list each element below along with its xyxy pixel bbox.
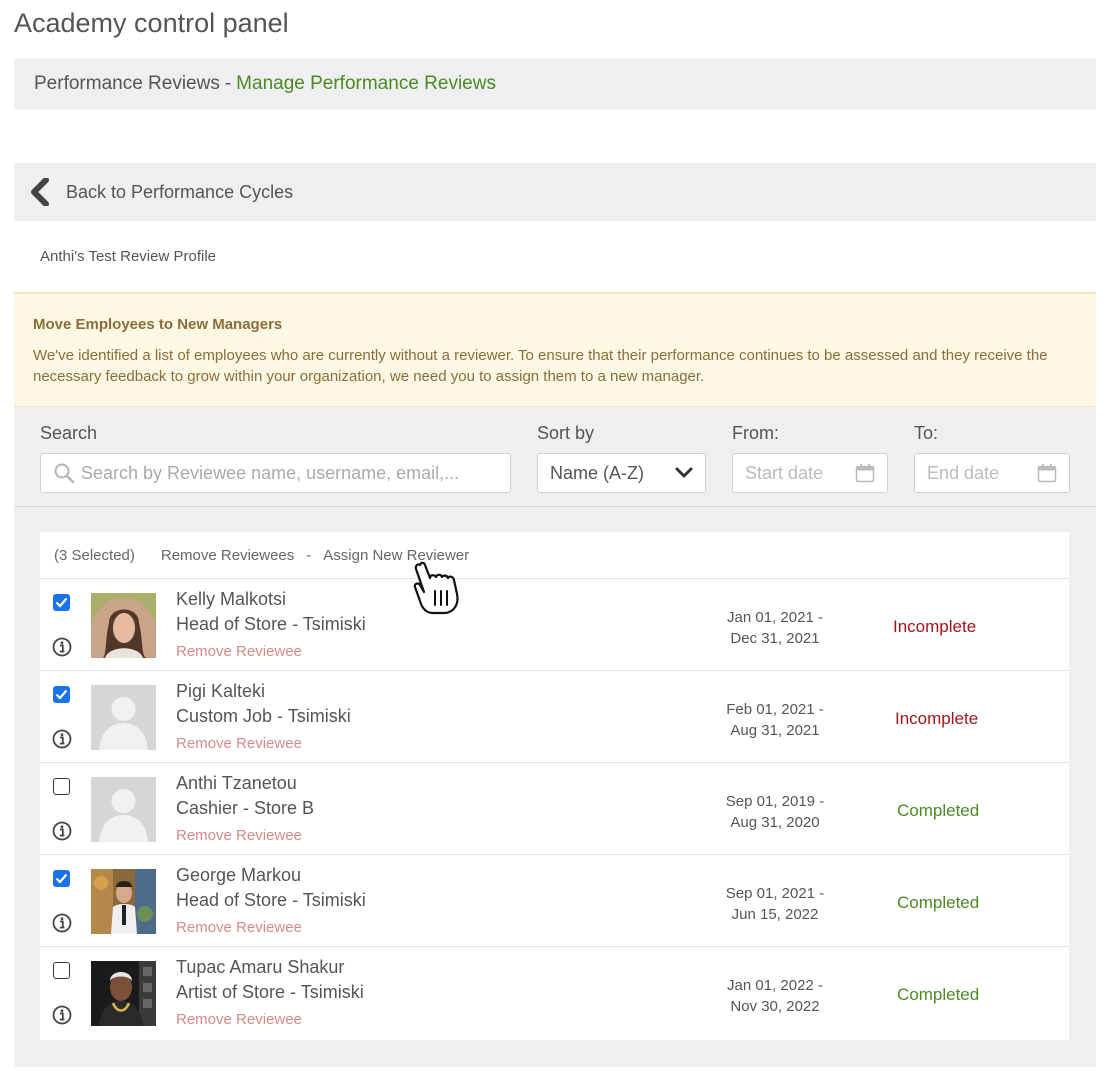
selected-count: (3 Selected) xyxy=(54,546,135,564)
search-input[interactable] xyxy=(81,462,481,484)
checkmark-icon xyxy=(55,597,68,608)
remove-reviewee-link[interactable]: Remove Reviewee xyxy=(176,735,302,752)
checkmark-icon xyxy=(55,873,68,884)
back-label: Back to Performance Cycles xyxy=(66,181,294,202)
row-checkbox[interactable] xyxy=(53,594,70,611)
remove-reviewee-link[interactable]: Remove Reviewee xyxy=(176,919,302,936)
review-period: Jan 01, 2022 - Nov 30, 2022 xyxy=(710,975,840,1017)
reviewees-table: (3 Selected) Remove Reviewees - Assign N… xyxy=(40,532,1069,1040)
info-icon[interactable] xyxy=(52,729,72,749)
breadcrumb-section[interactable]: Performance Reviews xyxy=(34,73,220,95)
main-panel: Back to Performance Cycles Anthi's Test … xyxy=(14,163,1096,1067)
period-start: Feb 01, 2021 - xyxy=(726,701,824,718)
avatar xyxy=(91,593,156,658)
period-end: Dec 31, 2021 xyxy=(730,630,820,647)
chevron-left-icon xyxy=(31,178,49,206)
avatar xyxy=(91,869,156,934)
period-end: Aug 31, 2020 xyxy=(730,814,820,831)
sort-value: Name (A-Z) xyxy=(550,462,644,483)
period-end: Jun 15, 2022 xyxy=(731,906,819,923)
app-title: Academy control panel xyxy=(14,8,289,38)
search-field[interactable] xyxy=(40,453,511,493)
remove-reviewee-link[interactable]: Remove Reviewee xyxy=(176,1011,302,1028)
status-badge: Incomplete xyxy=(893,617,977,636)
from-date-field[interactable] xyxy=(732,453,888,493)
reviewee-name: Tupac Amaru Shakur xyxy=(176,957,345,977)
avatar-placeholder xyxy=(91,685,156,750)
row-checkbox[interactable] xyxy=(53,962,70,979)
to-label: To: xyxy=(914,423,939,443)
start-date-input[interactable] xyxy=(745,462,845,484)
calendar-icon[interactable] xyxy=(855,463,875,483)
period-end: Nov 30, 2022 xyxy=(730,998,820,1015)
to-date-field[interactable] xyxy=(914,453,1070,493)
period-start: Sep 01, 2021 - xyxy=(725,885,825,902)
review-period: Sep 01, 2019 - Aug 31, 2020 xyxy=(710,791,840,833)
info-icon[interactable] xyxy=(52,1005,72,1025)
sort-select[interactable]: Name (A-Z) xyxy=(537,453,706,493)
breadcrumb-current[interactable]: Manage Performance Reviews xyxy=(236,73,496,95)
search-label: Search xyxy=(40,423,98,443)
filters-bar: Search Sort by From: To: Name (A-Z) xyxy=(14,407,1096,507)
alert-body: We've identified a list of employees who… xyxy=(33,347,1048,385)
from-label: From: xyxy=(732,423,779,443)
period-end: Aug 31, 2021 xyxy=(730,722,820,739)
review-period: Jan 01, 2021 - Dec 31, 2021 xyxy=(710,607,840,649)
calendar-icon[interactable] xyxy=(1037,463,1057,483)
reviewee-job: Head of Store - Tsimiski xyxy=(176,890,366,910)
period-start: Jan 01, 2021 - xyxy=(727,609,823,626)
status-badge: Completed xyxy=(897,893,980,912)
info-icon[interactable] xyxy=(52,913,72,933)
chevron-down-icon xyxy=(675,467,693,478)
checkmark-icon xyxy=(55,689,68,700)
period-start: Sep 01, 2019 - xyxy=(725,793,825,810)
reviewee-name: George Markou xyxy=(176,865,302,885)
remove-reviewee-link[interactable]: Remove Reviewee xyxy=(176,643,302,660)
search-icon xyxy=(54,463,75,484)
back-to-cycles-link[interactable]: Back to Performance Cycles xyxy=(14,163,1096,221)
row-checkbox[interactable] xyxy=(53,870,70,887)
reviewee-job: Artist of Store - Tsimiski xyxy=(176,982,364,1002)
reviewee-name: Kelly Malkotsi xyxy=(176,589,287,609)
table-row: Tupac Amaru Shakur Artist of Store - Tsi… xyxy=(40,947,1069,1039)
review-period: Feb 01, 2021 - Aug 31, 2021 xyxy=(710,699,840,741)
remove-reviewee-link[interactable]: Remove Reviewee xyxy=(176,827,302,844)
reviewee-name: Pigi Kalteki xyxy=(176,681,266,701)
end-date-input[interactable] xyxy=(927,462,1027,484)
breadcrumb: Performance Reviews - Manage Performance… xyxy=(14,58,1096,110)
row-checkbox[interactable] xyxy=(53,686,70,703)
row-checkbox[interactable] xyxy=(53,778,70,795)
status-badge: Completed xyxy=(897,985,980,1004)
breadcrumb-separator: - xyxy=(224,73,232,94)
avatar-placeholder xyxy=(91,777,156,842)
bulk-separator: - xyxy=(306,546,312,564)
table-row: Kelly Malkotsi Head of Store - Tsimiski … xyxy=(40,579,1069,671)
hand-pointer-icon xyxy=(413,561,459,615)
info-icon[interactable] xyxy=(52,821,72,841)
profile-name: Anthi's Test Review Profile xyxy=(40,248,216,265)
table-row: Anthi Tzanetou Cashier - Store B Remove … xyxy=(40,763,1069,855)
status-badge: Incomplete xyxy=(895,709,979,728)
review-period: Sep 01, 2021 - Jun 15, 2022 xyxy=(710,883,840,925)
remove-reviewees-button[interactable]: Remove Reviewees xyxy=(161,547,294,564)
avatar xyxy=(91,961,156,1026)
alert-title: Move Employees to New Managers xyxy=(33,316,283,333)
warning-alert: Move Employees to New Managers We've ide… xyxy=(14,293,1096,407)
table-row: Pigi Kalteki Custom Job - Tsimiski Remov… xyxy=(40,671,1069,763)
bulk-actions-bar: (3 Selected) Remove Reviewees - Assign N… xyxy=(40,532,1069,579)
reviewee-job: Cashier - Store B xyxy=(176,798,315,818)
profile-name-box: Anthi's Test Review Profile xyxy=(14,221,1096,293)
status-badge: Completed xyxy=(897,801,980,820)
reviewee-job: Custom Job - Tsimiski xyxy=(176,706,351,726)
period-start: Jan 01, 2022 - xyxy=(727,977,823,994)
table-row: George Markou Head of Store - Tsimiski R… xyxy=(40,855,1069,947)
sort-label: Sort by xyxy=(537,423,595,443)
info-icon[interactable] xyxy=(52,637,72,657)
reviewee-name: Anthi Tzanetou xyxy=(176,773,297,793)
reviewee-job: Head of Store - Tsimiski xyxy=(176,614,366,634)
